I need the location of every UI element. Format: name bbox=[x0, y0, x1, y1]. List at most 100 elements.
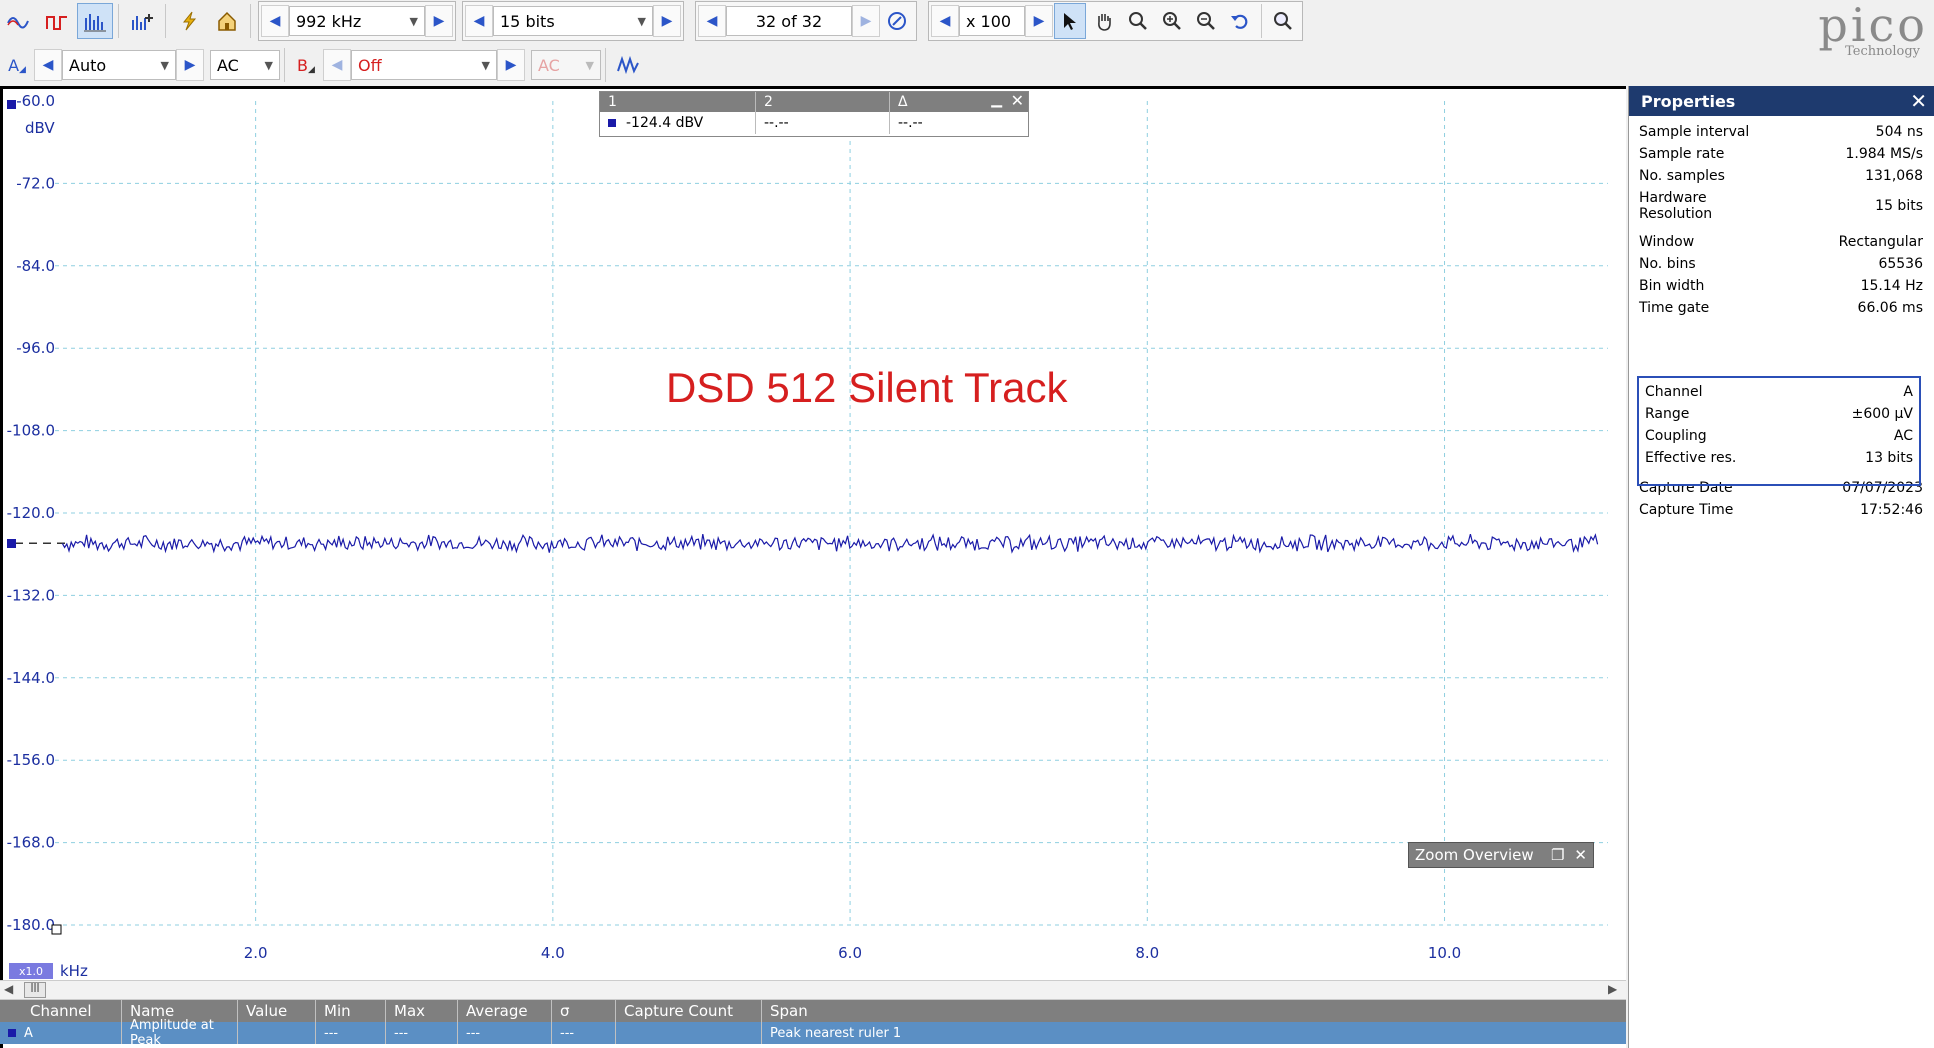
timebase-decrease-icon[interactable]: ◀ bbox=[261, 5, 289, 37]
channel-property-row: Effective res. 13 bits bbox=[1645, 450, 1913, 466]
property-row: Sample rate 1.984 MS/s bbox=[1639, 146, 1923, 162]
properties-panel: Properties ✕ Sample interval 504 ns Sample… bbox=[1628, 86, 1934, 1048]
buffer-next-icon[interactable]: ▶ bbox=[852, 5, 880, 37]
zoom-region-icon[interactable] bbox=[1122, 3, 1154, 39]
probe-icon[interactable] bbox=[171, 3, 207, 39]
zoom-factor-field[interactable]: x 100 bbox=[959, 6, 1025, 36]
channel-a-range-select[interactable]: Auto ▼ bbox=[62, 50, 176, 80]
signal-generator-icon[interactable] bbox=[611, 47, 645, 83]
y-tick-label: -72.0 bbox=[16, 174, 55, 192]
close-icon[interactable]: ✕ bbox=[1574, 846, 1587, 864]
restore-window-icon[interactable]: ❐ bbox=[1551, 846, 1564, 864]
select-pointer-icon[interactable] bbox=[1054, 3, 1086, 39]
zoom-increase-icon[interactable]: ▶ bbox=[1025, 5, 1053, 37]
property-value: 15.14 Hz bbox=[1860, 278, 1923, 294]
buffer-previous-icon[interactable]: ◀ bbox=[698, 5, 726, 37]
timebase-increase-icon[interactable]: ▶ bbox=[425, 5, 453, 37]
channel-a-options-button[interactable]: A ◢ bbox=[1, 47, 33, 83]
resolution-decrease-icon[interactable]: ◀ bbox=[465, 5, 493, 37]
buffer-position-field[interactable]: 32 of 32 bbox=[726, 6, 852, 36]
chevron-down-icon: ▼ bbox=[481, 58, 490, 72]
measurements-col-channel[interactable]: Channel bbox=[0, 1000, 122, 1022]
channel-b-range-value: Off bbox=[358, 55, 382, 75]
channel-b-options-button[interactable]: B ◢ bbox=[290, 47, 322, 83]
close-icon[interactable]: ✕ bbox=[1910, 89, 1927, 113]
undo-zoom-icon[interactable] bbox=[1224, 3, 1256, 39]
spectrum-mode-icon[interactable] bbox=[77, 3, 113, 39]
ruler-table[interactable]: 1 2 Δ ▁ ✕ -124.4 dBV --.-- --.-- bbox=[599, 91, 1029, 137]
property-row: No. samples 131,068 bbox=[1639, 168, 1923, 184]
buffer-navigator: ◀ 32 of 32 ▶ bbox=[695, 1, 917, 41]
measurement-capture-count bbox=[616, 1022, 762, 1044]
channel-a-coupling-select[interactable]: AC ▼ bbox=[210, 50, 280, 80]
hand-pan-icon[interactable] bbox=[1088, 3, 1120, 39]
buffer-navigator-icon[interactable] bbox=[881, 3, 913, 39]
x-zoom-badge[interactable]: x1.0 bbox=[19, 965, 43, 978]
buffer-position-value: 32 of 32 bbox=[755, 11, 823, 31]
ruler-value-1: -124.4 dBV bbox=[626, 115, 704, 131]
property-row: Time gate 66.06 ms bbox=[1639, 300, 1923, 316]
x-tick-label: 6.0 bbox=[838, 944, 862, 962]
y-axis-unit-label: dBV bbox=[25, 119, 55, 137]
measurement-min: --- bbox=[316, 1022, 386, 1044]
measurement-max: --- bbox=[386, 1022, 458, 1044]
axis-origin-handle[interactable] bbox=[51, 924, 62, 935]
measurements-col-max[interactable]: Max bbox=[386, 1000, 458, 1022]
channel-a-range-decrease-icon[interactable]: ◀ bbox=[34, 49, 62, 81]
add-spectrum-view-icon[interactable] bbox=[124, 3, 160, 39]
spectrum-plot-area[interactable]: -60.0 -72.0 -84.0 -96.0 -108.0 -120.0 -132.0 -1… bbox=[0, 86, 1626, 1048]
chevron-down-icon: ▼ bbox=[585, 58, 594, 72]
home-icon[interactable] bbox=[209, 3, 245, 39]
resolution-select[interactable]: 15 bits ▼ bbox=[493, 6, 653, 36]
property-label: Range bbox=[1645, 406, 1690, 422]
scroll-thumb[interactable]: ||| bbox=[24, 982, 46, 998]
measurements-col-average[interactable]: Average bbox=[458, 1000, 552, 1022]
channel-b-range-decrease-icon[interactable]: ◀ bbox=[323, 49, 351, 81]
chevron-down-icon: ▼ bbox=[409, 14, 418, 28]
channel-a-range-value: Auto bbox=[69, 55, 107, 75]
scope-mode-icon[interactable] bbox=[1, 3, 37, 39]
persistence-mode-icon[interactable] bbox=[39, 3, 75, 39]
resolution-increase-icon[interactable]: ▶ bbox=[653, 5, 681, 37]
channel-b-coupling-value: AC bbox=[538, 55, 560, 75]
channel-a-label: A bbox=[8, 55, 20, 75]
channel-property-row: Range ±600 µV bbox=[1645, 406, 1913, 422]
timebase-select[interactable]: 992 kHz ▼ bbox=[289, 6, 425, 36]
measurements-col-value[interactable]: Value bbox=[238, 1000, 316, 1022]
scroll-right-icon[interactable]: ▶ bbox=[1608, 982, 1622, 998]
zoom-in-icon[interactable] bbox=[1156, 3, 1188, 39]
spectrum-chart: -60.0 -72.0 -84.0 -96.0 -108.0 -120.0 -132.0 -1… bbox=[7, 92, 1608, 980]
channel-a-offset-marker[interactable] bbox=[7, 539, 16, 548]
channel-b-range-select[interactable]: Off ▼ bbox=[351, 50, 497, 80]
y-tick-label: -84.0 bbox=[16, 257, 55, 275]
measurements-col-span[interactable]: Span bbox=[762, 1000, 1626, 1022]
channel-b-coupling-select[interactable]: AC ▼ bbox=[531, 50, 601, 80]
measurements-col-sigma[interactable]: σ bbox=[552, 1000, 616, 1022]
close-icon[interactable]: ✕ bbox=[1011, 91, 1024, 110]
zoom-out-icon[interactable] bbox=[1190, 3, 1222, 39]
channel-a-axis-marker[interactable] bbox=[7, 100, 16, 109]
x-tick-label: 8.0 bbox=[1135, 944, 1159, 962]
scroll-left-icon[interactable]: ◀ bbox=[4, 982, 18, 998]
zoom-overview-panel[interactable]: Zoom Overview ❐ ✕ bbox=[1408, 842, 1594, 868]
toolbar-divider bbox=[284, 48, 285, 82]
measurements-row[interactable]: A Amplitude at Peak --- --- --- --- Peak… bbox=[0, 1018, 1626, 1048]
measurements-col-min[interactable]: Min bbox=[316, 1000, 386, 1022]
zoom-decrease-icon[interactable]: ◀ bbox=[931, 5, 959, 37]
channel-b-range-increase-icon[interactable]: ▶ bbox=[497, 49, 525, 81]
y-tick-label: -96.0 bbox=[16, 339, 55, 357]
channel-a-range-increase-icon[interactable]: ▶ bbox=[176, 49, 204, 81]
ruler-header-1: 1 bbox=[600, 92, 756, 112]
property-label: Hardware Resolution bbox=[1639, 190, 1713, 222]
zoom-overview-icon[interactable] bbox=[1267, 3, 1299, 39]
annotation-text: DSD 512 Silent Track bbox=[666, 364, 1068, 411]
property-row: Window Rectangular bbox=[1639, 234, 1923, 250]
property-value: 65536 bbox=[1878, 256, 1923, 272]
measurements-col-capture-count[interactable]: Capture Count bbox=[616, 1000, 762, 1022]
trace-layer bbox=[15, 533, 1599, 554]
y-tick-label: -60.0 bbox=[16, 92, 55, 110]
channel-a-coupling-value: AC bbox=[217, 55, 239, 75]
property-label: Bin width bbox=[1639, 278, 1705, 294]
horizontal-scrollbar[interactable]: ◀ ||| ▶ bbox=[0, 980, 1626, 1000]
minimize-icon[interactable]: ▁ bbox=[991, 92, 1002, 108]
